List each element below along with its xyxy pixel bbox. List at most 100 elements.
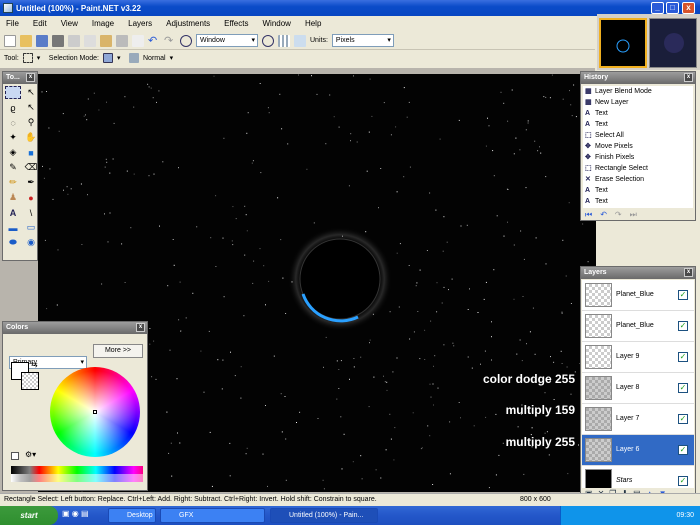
layer-row[interactable]: Layer 8 ✓ bbox=[582, 373, 694, 404]
crop-icon[interactable] bbox=[116, 34, 128, 47]
layer-row[interactable]: Layer 7 ✓ bbox=[582, 404, 694, 435]
undo-icon[interactable]: ↶ bbox=[148, 35, 160, 47]
history-item[interactable]: ✥ Finish Pixels bbox=[583, 152, 693, 163]
menu-layers[interactable]: Layers bbox=[128, 19, 152, 28]
palette-add-icon[interactable] bbox=[11, 452, 19, 460]
selection-mode-dropdown-icon[interactable]: ▾ bbox=[117, 54, 125, 62]
zoom-select[interactable]: Window bbox=[196, 34, 258, 47]
zoom-tool-icon[interactable]: ⚲ bbox=[23, 116, 39, 129]
history-item[interactable]: ⬚ Select All bbox=[583, 130, 693, 141]
rectangle-tool-icon[interactable]: ▬ bbox=[5, 221, 21, 234]
new-file-icon[interactable] bbox=[4, 34, 16, 47]
tools-close-icon[interactable]: x bbox=[26, 73, 35, 82]
minimize-button[interactable]: _ bbox=[651, 2, 664, 14]
swap-colors-icon[interactable]: ⇆ bbox=[31, 360, 38, 369]
secondary-color-swatch[interactable] bbox=[21, 372, 39, 390]
menu-file[interactable]: File bbox=[6, 19, 19, 28]
magic-wand-icon[interactable]: ✦ bbox=[5, 131, 21, 144]
more-colors-button[interactable]: More >> bbox=[93, 344, 143, 358]
rewind-icon[interactable]: ⏮ bbox=[585, 210, 592, 220]
layer-row[interactable]: Planet_Blue ✓ bbox=[582, 311, 694, 342]
history-item[interactable]: ✥ Move Pixels bbox=[583, 141, 693, 152]
gradient-icon[interactable]: ■ bbox=[23, 146, 39, 159]
image-thumbnail-active[interactable] bbox=[599, 18, 647, 68]
layers-close-icon[interactable]: x bbox=[684, 268, 693, 277]
ruler-icon[interactable] bbox=[294, 34, 306, 47]
pencil-icon[interactable]: ✏ bbox=[5, 176, 21, 189]
fast-forward-icon[interactable]: ⏭ bbox=[630, 210, 637, 220]
palette-row-2[interactable] bbox=[11, 474, 143, 482]
print-icon[interactable] bbox=[52, 34, 64, 47]
tool-dropdown-icon[interactable]: ▾ bbox=[37, 54, 45, 62]
history-close-icon[interactable]: x bbox=[684, 73, 693, 82]
zoom-icon[interactable] bbox=[180, 34, 192, 47]
maximize-button[interactable]: □ bbox=[666, 2, 679, 14]
units-select[interactable]: Pixels bbox=[331, 34, 394, 47]
layer-row[interactable]: Layer 9 ✓ bbox=[582, 342, 694, 373]
menu-view[interactable]: View bbox=[61, 19, 78, 28]
line-curve-icon[interactable]: \ bbox=[23, 206, 39, 219]
redo-icon[interactable]: ↷ bbox=[164, 35, 176, 47]
colors-close-icon[interactable]: x bbox=[136, 323, 145, 332]
undo-history-icon[interactable]: ↶ bbox=[600, 210, 607, 220]
ellipse-select-icon[interactable]: ◌ bbox=[5, 116, 21, 129]
layer-row[interactable]: Layer 6 ✓ bbox=[582, 435, 694, 466]
history-item[interactable]: ▦ Layer Blend Mode bbox=[583, 86, 693, 97]
blend-dropdown-icon[interactable]: ▾ bbox=[170, 54, 178, 62]
layer-visibility-checkbox[interactable]: ✓ bbox=[678, 476, 688, 486]
open-file-icon[interactable] bbox=[20, 34, 32, 47]
menu-image[interactable]: Image bbox=[92, 19, 114, 28]
redo-history-icon[interactable]: ↷ bbox=[615, 210, 622, 220]
layer-visibility-checkbox[interactable]: ✓ bbox=[678, 383, 688, 393]
clone-stamp-icon[interactable]: ♟ bbox=[5, 191, 21, 204]
layer-row[interactable]: Planet_Blue ✓ bbox=[582, 280, 694, 311]
history-item[interactable]: A Text bbox=[583, 196, 693, 207]
taskbar-desktop[interactable]: Desktop bbox=[108, 508, 156, 523]
move-selection-icon[interactable]: ↖ bbox=[23, 101, 39, 114]
taskbar-gfx[interactable]: GFX bbox=[160, 508, 265, 523]
cut-icon[interactable] bbox=[68, 34, 80, 47]
history-item[interactable]: ✕ Erase Selection bbox=[583, 174, 693, 185]
history-item[interactable]: ▦ New Layer bbox=[583, 97, 693, 108]
menu-adjustments[interactable]: Adjustments bbox=[166, 19, 210, 28]
layer-visibility-checkbox[interactable]: ✓ bbox=[678, 290, 688, 300]
ellipse-tool-icon[interactable]: ⬬ bbox=[5, 236, 21, 249]
move-selected-icon[interactable]: ↖ bbox=[23, 86, 39, 99]
color-picker-icon[interactable]: ✒ bbox=[23, 176, 39, 189]
zoom-in-icon[interactable] bbox=[262, 34, 274, 47]
paint-bucket-icon[interactable]: ◈ bbox=[5, 146, 21, 159]
save-icon[interactable] bbox=[36, 34, 48, 47]
rectangle-select-icon[interactable] bbox=[22, 53, 33, 63]
paintbrush-icon[interactable]: ✎ bbox=[5, 161, 21, 174]
image-thumbnail[interactable] bbox=[649, 18, 697, 68]
lasso-icon[interactable]: ϱ bbox=[5, 101, 21, 114]
recolor-icon[interactable]: ● bbox=[23, 191, 39, 204]
history-item[interactable]: A Text bbox=[583, 185, 693, 196]
layer-visibility-checkbox[interactable]: ✓ bbox=[678, 414, 688, 424]
text-tool-icon[interactable]: A bbox=[5, 206, 21, 219]
menu-effects[interactable]: Effects bbox=[224, 19, 248, 28]
eraser-icon[interactable]: ⌫ bbox=[23, 161, 39, 174]
layer-row[interactable]: Stars ✓ bbox=[582, 466, 694, 488]
selection-mode-icon[interactable] bbox=[103, 53, 113, 63]
menu-help[interactable]: Help bbox=[305, 19, 321, 28]
history-item[interactable]: A Text bbox=[583, 119, 693, 130]
layer-visibility-checkbox[interactable]: ✓ bbox=[678, 352, 688, 362]
start-button[interactable]: start bbox=[0, 506, 58, 525]
menu-window[interactable]: Window bbox=[262, 19, 290, 28]
deselect-icon[interactable] bbox=[132, 34, 144, 47]
pan-icon[interactable]: ✋ bbox=[23, 131, 39, 144]
rounded-rectangle-icon[interactable]: ▭ bbox=[23, 221, 39, 234]
taskbar-paintnet[interactable]: Untitled (100%) - Pain... bbox=[270, 508, 378, 523]
palette-menu-icon[interactable]: ⚙▾ bbox=[25, 450, 36, 459]
history-item[interactable]: A Text bbox=[583, 108, 693, 119]
layer-visibility-checkbox[interactable]: ✓ bbox=[678, 321, 688, 331]
layer-visibility-checkbox[interactable]: ✓ bbox=[678, 445, 688, 455]
freeform-shape-icon[interactable]: ◉ bbox=[23, 236, 39, 249]
palette-row-1[interactable] bbox=[11, 466, 143, 474]
menu-edit[interactable]: Edit bbox=[33, 19, 47, 28]
grid-icon[interactable] bbox=[278, 34, 290, 47]
rectangle-select-tool-icon[interactable] bbox=[5, 86, 21, 99]
copy-icon[interactable] bbox=[84, 34, 96, 47]
close-button[interactable]: x bbox=[682, 2, 695, 14]
